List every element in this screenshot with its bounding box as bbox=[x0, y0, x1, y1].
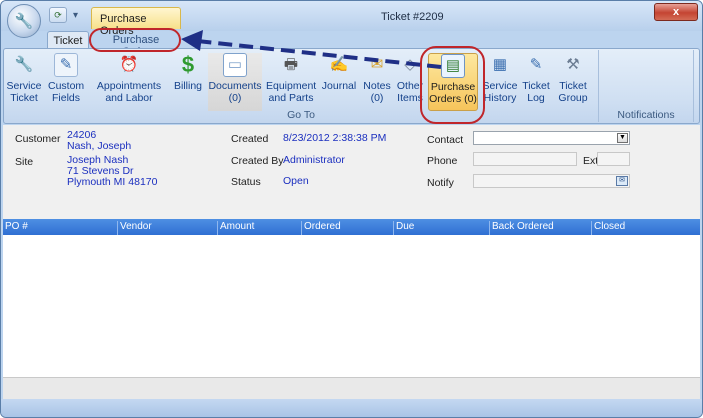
appointments-labor-button[interactable]: ⏰ Appointments and Labor bbox=[94, 53, 164, 111]
app-window: ⟳ ▾ Purchase Orders Ticket #2209 x 🔧 Tic… bbox=[0, 0, 703, 418]
title-bar: ⟳ ▾ Purchase Orders Ticket #2209 x bbox=[1, 1, 702, 37]
service-ticket-button[interactable]: 🔧 Service Ticket bbox=[6, 53, 42, 111]
documents-button[interactable]: ▭ Documents (0) bbox=[208, 53, 262, 111]
close-button[interactable]: x bbox=[654, 3, 698, 21]
notes-label: Notes (0) bbox=[363, 80, 391, 104]
site-address-line2[interactable]: Plymouth MI 48170 bbox=[67, 177, 157, 188]
billing-label: Billing bbox=[173, 80, 202, 92]
history-icon: ▦ bbox=[492, 56, 508, 73]
customize-qat-icon[interactable]: ▾ bbox=[73, 10, 78, 21]
service-history-button[interactable]: ▦ Service History bbox=[482, 53, 518, 111]
window-bottom-edge bbox=[1, 399, 702, 417]
ticket-details-panel: Customer 24206 Nash, Joseph Site Joseph … bbox=[3, 125, 700, 219]
purchase-orders-label: Purchase Orders (0) bbox=[429, 81, 477, 105]
envelope-icon: ✉ bbox=[370, 56, 384, 73]
documents-label: Documents (0) bbox=[208, 80, 262, 104]
journal-label: Journal bbox=[321, 80, 357, 92]
column-header-amount[interactable]: Amount bbox=[217, 221, 301, 235]
ticket-log-label: Ticket Log bbox=[522, 80, 550, 104]
created-by-label: Created By bbox=[231, 155, 284, 167]
printer-icon: 🖶 bbox=[283, 56, 299, 73]
phone-field[interactable] bbox=[473, 152, 577, 166]
ticket-group-label: Ticket Group bbox=[558, 80, 588, 104]
ext-field[interactable] bbox=[597, 152, 630, 166]
appointments-labor-label: Appointments and Labor bbox=[96, 80, 162, 104]
contact-dropdown[interactable]: ▼ bbox=[473, 131, 630, 145]
context-tab-title: Purchase Orders bbox=[91, 7, 181, 37]
site-label: Site bbox=[15, 156, 34, 168]
ticket-log-button[interactable]: ✎ Ticket Log bbox=[520, 53, 552, 111]
ribbon-group-goto-label: Go To bbox=[287, 109, 315, 121]
refresh-icon[interactable]: ⟳ bbox=[49, 7, 67, 23]
app-menu-button[interactable]: 🔧 bbox=[7, 4, 41, 38]
status-value: Open bbox=[283, 175, 309, 187]
log-icon: ✎ bbox=[529, 56, 543, 73]
custom-fields-button[interactable]: ✎ Custom Fields bbox=[48, 53, 84, 111]
created-by-value: Administrator bbox=[283, 154, 345, 166]
status-bar bbox=[3, 377, 700, 399]
journal-button[interactable]: ✍ Journal bbox=[320, 53, 358, 111]
customer-name-link[interactable]: Nash, Joseph bbox=[67, 141, 131, 152]
ribbon-group-notifications-label: Notifications bbox=[617, 109, 675, 121]
group-wrench-icon: ⚒ bbox=[566, 56, 580, 73]
ticket-group-button[interactable]: ⚒ Ticket Group bbox=[554, 53, 592, 111]
other-items-button[interactable]: ◇ Other Items bbox=[396, 53, 424, 111]
customer-label: Customer bbox=[15, 133, 61, 145]
ext-label: Ext bbox=[583, 155, 599, 167]
envelope-icon[interactable]: ✉ bbox=[616, 176, 628, 186]
window-title: Ticket #2209 bbox=[381, 11, 444, 23]
status-label: Status bbox=[231, 176, 261, 188]
equipment-parts-label: Equipment and Parts bbox=[266, 80, 317, 104]
chevron-down-icon[interactable]: ▼ bbox=[617, 133, 628, 143]
ribbon: 🔧 Service Ticket ✎ Custom Fields ⏰ Appoi… bbox=[3, 48, 700, 124]
service-ticket-label: Service Ticket bbox=[6, 80, 42, 104]
other-items-label: Other Items bbox=[396, 80, 424, 104]
tab-ticket[interactable]: Ticket bbox=[47, 31, 89, 49]
document-icon: ▭ bbox=[223, 53, 247, 77]
column-header-vendor[interactable]: Vendor bbox=[117, 221, 217, 235]
billing-button[interactable]: $ Billing bbox=[170, 53, 206, 111]
wrench-icon: 🔧 bbox=[14, 13, 34, 30]
contact-label: Contact bbox=[427, 134, 464, 146]
tab-purchase-order[interactable]: Purchase Order bbox=[99, 31, 173, 58]
created-value: 8/23/2012 2:38:38 PM bbox=[283, 132, 387, 144]
equipment-parts-button[interactable]: 🖶 Equipment and Parts bbox=[266, 53, 316, 111]
column-header-po[interactable]: PO # bbox=[3, 221, 117, 235]
column-header-ordered[interactable]: Ordered bbox=[301, 221, 393, 235]
ribbon-tab-bar: Ticket Purchase Order bbox=[1, 31, 702, 58]
grid-header: PO # Vendor Amount Ordered Due Back Orde… bbox=[3, 219, 700, 235]
ribbon-group-notifications: Notifications bbox=[598, 50, 694, 122]
purchase-orders-button[interactable]: ▤ Purchase Orders (0) bbox=[428, 53, 478, 111]
journal-icon: ✍ bbox=[329, 56, 349, 73]
wrench-icon: 🔧 bbox=[14, 56, 34, 73]
custom-fields-label: Custom Fields bbox=[48, 80, 85, 104]
clock-icon: ⏰ bbox=[119, 56, 139, 73]
service-history-label: Service History bbox=[482, 80, 518, 104]
dollar-icon: $ bbox=[181, 52, 195, 77]
notes-button[interactable]: ✉ Notes (0) bbox=[360, 53, 394, 111]
column-header-due[interactable]: Due bbox=[393, 221, 489, 235]
column-header-back-ordered[interactable]: Back Ordered bbox=[489, 221, 591, 235]
phone-label: Phone bbox=[427, 155, 458, 167]
created-label: Created bbox=[231, 133, 269, 145]
column-header-closed[interactable]: Closed bbox=[591, 221, 700, 235]
purchase-orders-grid: PO # Vendor Amount Ordered Due Back Orde… bbox=[3, 219, 700, 377]
form-edit-icon: ✎ bbox=[54, 53, 78, 77]
notify-field[interactable]: ✉ bbox=[473, 174, 630, 188]
tag-icon: ◇ bbox=[404, 56, 416, 73]
quick-access-toolbar: ⟳ ▾ bbox=[49, 7, 78, 23]
purchase-order-icon: ▤ bbox=[441, 54, 465, 78]
notify-label: Notify bbox=[427, 177, 454, 189]
